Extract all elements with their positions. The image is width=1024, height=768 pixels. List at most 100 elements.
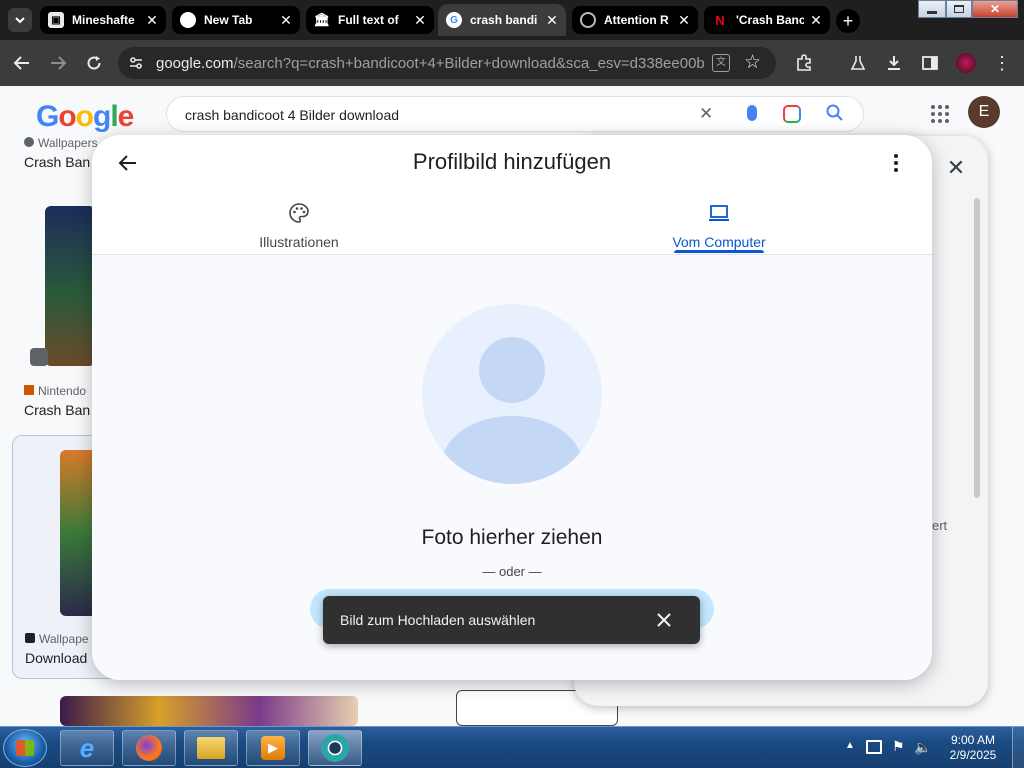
chat-bubble-icon — [180, 12, 196, 28]
system-clock[interactable]: 9:00 AM 2/9/2025 — [940, 733, 1006, 763]
archive-icon: 🏛 — [313, 12, 331, 27]
close-tab-icon[interactable]: ✕ — [676, 12, 692, 28]
tab-new-tab[interactable]: New Tab ✕ — [172, 6, 300, 34]
network-icon[interactable] — [866, 740, 882, 754]
result-title[interactable]: Crash Ban — [24, 154, 90, 170]
close-preview-button[interactable]: ✕ — [940, 152, 972, 184]
tab-title: Full text of — [338, 13, 399, 27]
tab-full-text[interactable]: 🏛 Full text of ✕ — [306, 6, 434, 34]
browser-menu-button[interactable]: ⋮ — [990, 51, 1014, 75]
forward-button[interactable] — [46, 51, 70, 75]
tab-title: Attention R — [604, 13, 669, 27]
taskbar-internet-explorer[interactable]: e — [60, 730, 114, 766]
result-source[interactable]: Nintendo — [24, 384, 86, 398]
show-hidden-icons-icon[interactable]: ▲ — [845, 740, 855, 751]
reload-button[interactable] — [82, 51, 106, 75]
google-icon: G — [446, 12, 462, 28]
translate-icon[interactable]: 文 — [712, 54, 730, 72]
google-logo[interactable]: Google — [36, 100, 134, 134]
lens-icon[interactable] — [783, 105, 801, 123]
result-source[interactable]: Wallpape — [25, 632, 89, 646]
search-query[interactable]: crash bandicoot 4 Bilder download — [185, 107, 399, 123]
back-button[interactable] — [10, 51, 34, 75]
active-tab-indicator — [674, 250, 764, 253]
tab-attention[interactable]: Attention R ✕ — [572, 6, 698, 34]
clear-search-icon[interactable]: ✕ — [699, 104, 713, 124]
media-player-icon: ▶ — [261, 736, 285, 760]
reload-icon — [87, 56, 101, 70]
file-explorer-icon — [197, 737, 225, 759]
chevron-down-icon — [15, 17, 25, 24]
tab-title: Mineshafte — [72, 13, 135, 27]
tab-mineshafter[interactable]: ▣ Mineshafte ✕ — [40, 6, 166, 34]
tab-label: Vom Computer — [672, 234, 766, 250]
address-bar[interactable]: google.com/search?q=crash+bandicoot+4+Bi… — [118, 47, 776, 79]
tab-label: Illustrationen — [259, 234, 339, 250]
taskbar-media-player[interactable]: ▶ — [246, 730, 300, 766]
close-tab-icon[interactable]: ✕ — [144, 12, 160, 28]
dialog-title: Profilbild hinzufügen — [412, 149, 612, 174]
action-center-flag-icon[interactable]: ⚑ — [892, 738, 905, 755]
panel-scrollbar[interactable] — [974, 198, 980, 498]
show-desktop-button[interactable] — [1012, 727, 1024, 768]
labs-button[interactable] — [846, 51, 870, 75]
google-apps-button[interactable] — [928, 102, 952, 126]
result-source-text: Wallpapers — [38, 136, 98, 150]
volume-muted-icon[interactable]: 🔈 — [914, 739, 931, 756]
clock-time: 9:00 AM — [950, 733, 996, 747]
taskbar-chrome[interactable] — [308, 730, 362, 766]
tab-crash-bandicoot-search[interactable]: G crash bandi ✕ — [438, 4, 566, 36]
close-tab-icon[interactable]: ✕ — [808, 12, 824, 28]
tab-title: New Tab — [204, 13, 253, 27]
close-tab-icon[interactable]: ✕ — [544, 12, 560, 28]
result-title[interactable]: Crash Ban — [24, 402, 90, 418]
taskbar-file-explorer[interactable] — [184, 730, 238, 766]
more-vert-icon: ⋮ — [993, 53, 1011, 73]
search-box[interactable]: crash bandicoot 4 Bilder download ✕ — [166, 96, 864, 132]
tab-crash-netflix[interactable]: N 'Crash Banc ✕ — [704, 6, 830, 34]
tab-title: 'Crash Banc — [736, 13, 804, 27]
downloads-button[interactable] — [882, 51, 906, 75]
window-maximize-button[interactable] — [946, 0, 972, 18]
tab-search-button[interactable] — [8, 8, 32, 32]
search-icon[interactable] — [825, 103, 845, 128]
voice-search-icon[interactable] — [747, 105, 757, 121]
close-icon: ✕ — [989, 2, 1001, 16]
tab-illustrations[interactable]: Illustrationen — [219, 201, 379, 250]
internet-explorer-icon: e — [79, 732, 95, 763]
url-path: /search?q=crash+bandicoot+4+Bilder+downl… — [233, 55, 704, 72]
laptop-icon — [709, 205, 729, 221]
close-tab-icon[interactable]: ✕ — [278, 12, 294, 28]
globe-icon — [580, 12, 596, 28]
site-info-icon[interactable] — [128, 55, 144, 76]
source-favicon-icon — [24, 137, 34, 147]
side-panel-button[interactable] — [918, 51, 942, 75]
new-tab-button[interactable]: + — [836, 9, 860, 33]
result-thumbnail[interactable] — [60, 696, 358, 726]
arrow-right-icon — [51, 56, 67, 70]
account-initial: E — [978, 103, 990, 120]
drop-instruction: Foto hierher ziehen — [421, 526, 603, 549]
close-tab-icon[interactable]: ✕ — [412, 12, 428, 28]
minimize-icon — [927, 10, 937, 14]
dismiss-toast-button[interactable] — [652, 608, 676, 632]
tag-icon — [30, 348, 48, 366]
start-button[interactable] — [3, 729, 47, 767]
apps-grid-icon — [931, 105, 949, 123]
taskbar-firefox[interactable] — [122, 730, 176, 766]
result-source[interactable]: Wallpapers — [24, 136, 98, 150]
default-avatar-icon — [422, 304, 602, 484]
tab-title: crash bandi — [470, 13, 538, 27]
extensions-button[interactable] — [792, 51, 816, 75]
url-text[interactable]: google.com/search?q=crash+bandicoot+4+Bi… — [156, 55, 704, 72]
account-avatar[interactable]: E — [968, 96, 1000, 128]
tab-from-computer[interactable]: Vom Computer — [639, 201, 799, 250]
download-icon — [888, 56, 900, 70]
bookmark-star-icon[interactable]: ☆ — [744, 51, 761, 74]
more-options-button[interactable] — [884, 151, 908, 175]
window-minimize-button[interactable] — [918, 0, 946, 18]
result-title[interactable]: Download — [25, 650, 87, 666]
profile-button[interactable] — [954, 51, 978, 75]
window-close-button[interactable]: ✕ — [972, 0, 1018, 18]
result-thumbnail[interactable] — [45, 206, 95, 366]
